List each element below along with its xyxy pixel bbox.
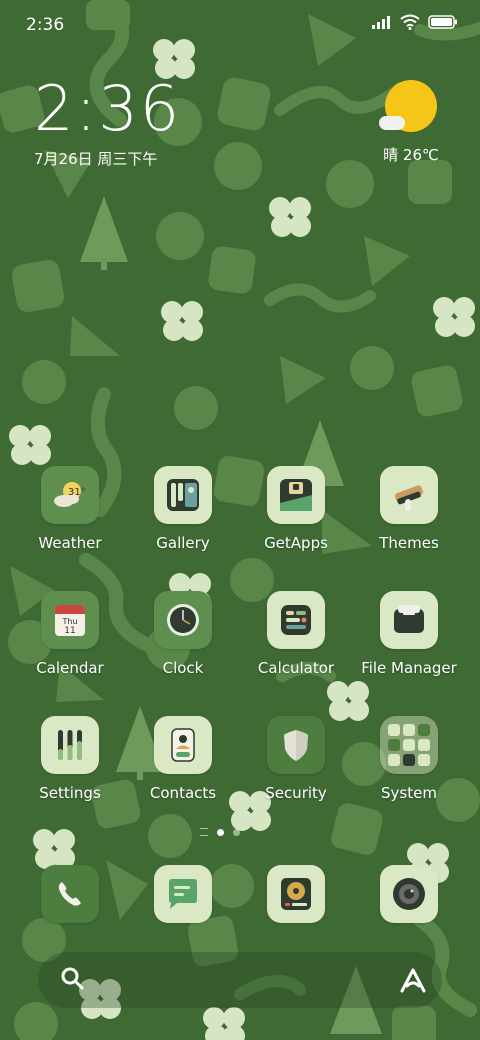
app-label: Themes [379,534,439,552]
app-contacts[interactable]: Contacts [128,716,238,802]
app-security[interactable]: Security [241,716,351,802]
app-label: Gallery [156,534,210,552]
music-icon [267,865,325,923]
page-dot [233,828,240,836]
status-bar: 2:36 [0,0,480,48]
sunny-partly-cloudy-icon [379,80,437,132]
dock-messages[interactable] [128,865,238,923]
app-gallery[interactable]: Gallery [128,466,238,552]
dock-phone[interactable] [15,865,125,923]
status-time: 2:36 [26,15,65,35]
app-label: Clock [162,659,204,677]
calendar-icon-day: Thu [61,617,77,626]
signal-icon [372,16,390,29]
app-themes[interactable]: Themes [354,466,464,552]
themes-icon [380,466,438,524]
weather-icon: 31° [41,466,99,524]
camera-icon [380,865,438,923]
contacts-icon [154,716,212,774]
app-label: Settings [39,784,101,802]
status-icons [372,14,458,30]
clock-widget-time: 2:36 [34,72,182,145]
app-system-folder[interactable]: System [354,716,464,802]
clock-icon [154,591,212,649]
page-indicator[interactable] [200,828,240,836]
app-weather[interactable]: 31° Weather [15,466,125,552]
dock-camera[interactable] [354,865,464,923]
getapps-icon [267,466,325,524]
app-label: Weather [38,534,102,552]
settings-icon [41,716,99,774]
app-file-manager[interactable]: File Manager [354,591,464,677]
gallery-icon [154,466,212,524]
app-settings[interactable]: Settings [15,716,125,802]
weather-icon-badge: 31° [68,487,86,498]
battery-icon [428,15,457,29]
app-label: Calculator [257,659,335,677]
page-dot-active [217,828,224,836]
app-label: System [381,784,437,802]
search-icon[interactable] [60,966,86,992]
weather-widget[interactable]: 晴 26℃ [376,76,446,165]
menu-dots-icon [200,828,208,836]
app-label: Security [265,784,327,802]
messages-icon [154,865,212,923]
calendar-icon: Thu 11 [41,591,99,649]
app-getapps[interactable]: GetApps [241,466,351,552]
home-screen: 2:36 2:36 7月26日 周三下午 晴 26℃ 31° Weather G… [0,0,480,1040]
security-icon [267,716,325,774]
app-label: File Manager [361,659,457,677]
calculator-icon [267,591,325,649]
system-folder-icon [380,716,438,774]
app-calendar[interactable]: Thu 11 Calendar [15,591,125,677]
weather-widget-text: 晴 26℃ [383,146,439,164]
app-label: GetApps [264,534,328,552]
app-clock[interactable]: Clock [128,591,238,677]
app-calculator[interactable]: Calculator [241,591,351,677]
phone-icon [41,865,99,923]
app-label: Calendar [36,659,104,677]
clock-widget-date: 7月26日 周三下午 [34,150,158,168]
app-label: Contacts [149,784,217,802]
clock-widget[interactable]: 2:36 7月26日 周三下午 [34,74,181,169]
search-bar[interactable] [38,952,442,1008]
assistant-icon[interactable] [398,966,428,994]
wifi-icon [400,14,420,30]
dock-music[interactable] [241,865,351,923]
calendar-icon-date: 11 [64,626,75,636]
file-manager-icon [380,591,438,649]
